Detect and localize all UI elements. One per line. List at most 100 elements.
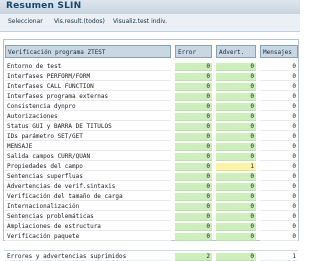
table-row[interactable]: Ampliaciones de estructura 0 0 0: [4, 223, 298, 231]
row-warnings: 0: [216, 153, 256, 161]
table-row[interactable]: MENSAJE 0 0 0: [4, 143, 298, 151]
row-errors: 0: [175, 203, 212, 211]
row-messages: 0: [260, 183, 298, 191]
total-label: Errores y advertencias suprimidos: [5, 253, 171, 261]
row-warnings: 0: [216, 193, 256, 201]
row-errors: 0: [175, 143, 212, 151]
row-errors: 0: [175, 113, 212, 121]
table-row[interactable]: Entorno de test 0 0 0: [4, 63, 298, 71]
table-row[interactable]: Salida campos CURR/QUAN 0 0 0: [4, 153, 298, 161]
total-row[interactable]: Errores y advertencias suprimidos 2 0 1: [4, 253, 298, 261]
table-row[interactable]: Advertencias de verif.sintaxis 0 0 0: [4, 183, 298, 191]
table-row[interactable]: Sentencias problemáticas 0 0 0: [4, 213, 298, 221]
row-errors: 0: [175, 73, 212, 81]
header-messages[interactable]: Mensajes: [260, 45, 298, 58]
row-messages: 0: [260, 83, 298, 91]
table-row[interactable]: Consistencia dynpro 0 0 0: [4, 103, 298, 111]
row-warnings: 0: [216, 83, 256, 91]
row-label: Autorizaciones: [5, 113, 171, 121]
header-warnings[interactable]: Advert.: [216, 45, 256, 58]
table-row[interactable]: Verificación del tamaño de carga 0 0 0: [4, 193, 298, 201]
table-row[interactable]: Propiedades del campo 0 1 0: [4, 163, 298, 171]
row-messages: 0: [260, 203, 298, 211]
row-errors: 0: [175, 213, 212, 221]
row-messages: 0: [260, 213, 298, 221]
row-messages: 0: [260, 173, 298, 181]
total-separator: [4, 250, 298, 251]
row-errors: 0: [175, 93, 212, 101]
row-label: Verificación del tamaño de carga: [5, 193, 171, 201]
row-warnings: 0: [216, 213, 256, 221]
row-warnings: 1: [216, 163, 256, 171]
header-description[interactable]: Verificación programa ZTEST: [5, 45, 171, 58]
row-label: Sentencias superfluas: [5, 173, 171, 181]
row-messages: 0: [260, 113, 298, 121]
select-button[interactable]: Seleccionar: [8, 18, 43, 25]
row-errors: 0: [175, 63, 212, 71]
table-row[interactable]: Sentencias superfluas 0 0 0: [4, 173, 298, 181]
row-errors: 0: [175, 83, 212, 91]
header-errors[interactable]: Error: [175, 45, 212, 58]
view-all-results-button[interactable]: Vis.result.(todos): [54, 18, 105, 25]
row-warnings: 0: [216, 143, 256, 151]
row-messages: 0: [260, 103, 298, 111]
row-label: Interfases CALL FUNCTION: [5, 83, 171, 91]
row-label: Entorno de test: [5, 63, 171, 71]
row-messages: 0: [260, 163, 298, 171]
row-warnings: 0: [216, 133, 256, 141]
row-messages: 0: [260, 133, 298, 141]
row-warnings: 0: [216, 203, 256, 211]
table-row[interactable]: Internacionalización 0 0 0: [4, 203, 298, 211]
view-single-test-button[interactable]: Visualiz.test indiv.: [113, 18, 167, 25]
table-row[interactable]: IDs parámetro SET/GET 0 0 0: [4, 133, 298, 141]
row-warnings: 0: [216, 223, 256, 231]
application-toolbar: Seleccionar Vis.result.(todos) Visualiz.…: [0, 14, 300, 32]
row-label: IDs parámetro SET/GET: [5, 133, 171, 141]
row-messages: 0: [260, 193, 298, 201]
total-warnings: 0: [216, 253, 256, 261]
results-panel: Verificación programa ZTEST Error Advert…: [3, 39, 299, 261]
row-label: Interfases PERFORM/FORM: [5, 73, 171, 81]
row-messages: 0: [260, 73, 298, 81]
row-warnings: 0: [216, 93, 256, 101]
row-label: Internacionalización: [5, 203, 171, 211]
row-warnings: 0: [216, 63, 256, 71]
table-header: Verificación programa ZTEST Error Advert…: [4, 45, 298, 59]
row-label: Propiedades del campo: [5, 163, 171, 171]
row-warnings: 0: [216, 123, 256, 131]
row-messages: 0: [260, 123, 298, 131]
row-errors: 0: [175, 193, 212, 201]
row-errors: 0: [175, 153, 212, 161]
table-row[interactable]: Autorizaciones 0 0 0: [4, 113, 298, 121]
row-errors: 0: [175, 183, 212, 191]
row-errors: 0: [175, 163, 212, 171]
row-messages: 0: [260, 143, 298, 151]
table-row[interactable]: Interfases PERFORM/FORM 0 0 0: [4, 73, 298, 81]
row-messages: 0: [260, 153, 298, 161]
table-row[interactable]: Status GUI y BARRA DE TÍTULOS 0 0 0: [4, 123, 298, 131]
row-errors: 0: [175, 173, 212, 181]
row-warnings: 0: [216, 103, 256, 111]
window-title: Resumen SLIN: [6, 1, 82, 11]
row-messages: 0: [260, 223, 298, 231]
row-messages: 0: [260, 63, 298, 71]
table-row[interactable]: Interfases CALL FUNCTION 0 0 0: [4, 83, 298, 91]
row-warnings: 0: [216, 73, 256, 81]
row-errors: 0: [175, 133, 212, 141]
row-errors: 0: [175, 123, 212, 131]
row-label: MENSAJE: [5, 143, 171, 151]
row-label: Salida campos CURR/QUAN: [5, 153, 171, 161]
total-messages: 1: [260, 253, 298, 261]
table-row[interactable]: Interfases programa externas 0 0 0: [4, 93, 298, 101]
row-label: Status GUI y BARRA DE TÍTULOS: [5, 123, 171, 131]
row-label: Consistencia dynpro: [5, 103, 171, 111]
row-errors: 0: [175, 223, 212, 231]
row-label: Advertencias de verif.sintaxis: [5, 183, 171, 191]
row-warnings: 0: [216, 183, 256, 191]
total-errors: 2: [175, 253, 212, 261]
row-label: Ampliaciones de estructura: [5, 223, 171, 231]
title-bar: Resumen SLIN: [0, 0, 300, 14]
row-warnings: 0: [216, 113, 256, 121]
row-label: Interfases programa externas: [5, 93, 171, 101]
row-messages: 0: [260, 93, 298, 101]
